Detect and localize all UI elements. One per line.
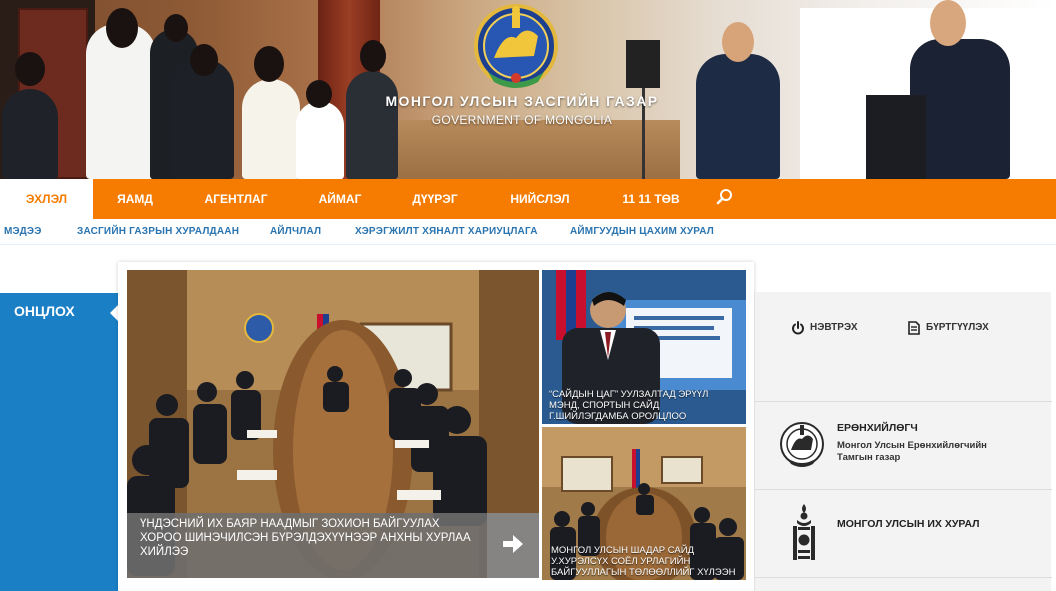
banner-person — [696, 54, 780, 179]
main-story-caption[interactable]: ҮНДЭСНИЙ ИХ БАЯР НААДМЫГ ЗОХИОН БАЙГУУЛА… — [127, 513, 487, 578]
state-emblem-icon — [474, 4, 558, 88]
soyombo-icon — [793, 504, 815, 560]
org-subtitle-president: Монгол Улсын Ерөнхийлөгчийн Тамгын газар — [837, 440, 987, 463]
auth-row — [755, 292, 1052, 402]
side-story-caption[interactable]: МОНГОЛ УЛСЫН ШАДАР САЙД У.ХУРЭЛСҮХ СОЁЛ … — [551, 545, 741, 578]
subnav-item-visits[interactable]: АЙЛЧЛАЛ — [270, 219, 321, 245]
subnav-item-implementation[interactable]: ХЭРЭГЖИЛТ ХЯНАЛТ ХАРИУЦЛАГА — [355, 219, 538, 245]
banner-person — [296, 101, 344, 179]
featured-tab-label: ОНЦЛОХ — [14, 303, 75, 319]
sub-navigation: МЭДЭЭ ЗАСГИЙН ГАЗРЫН ХУРАЛДААН АЙЛЧЛАЛ Х… — [0, 219, 1056, 245]
next-story-button[interactable] — [487, 513, 539, 578]
document-icon — [908, 321, 920, 335]
banner-person — [346, 71, 398, 179]
nav-item-agencies[interactable]: АГЕНТЛАГ — [196, 179, 276, 219]
banner-podium — [866, 95, 926, 179]
banner-person — [172, 59, 234, 179]
main-navigation: ЭХЛЭЛ ЯАМД АГЕНТЛАГ АЙМАГ ДҮҮРЭГ НИЙСЛЭЛ… — [0, 179, 1056, 219]
org-title-parliament[interactable]: МОНГОЛ УЛСЫН ИХ ХУРАЛ — [837, 518, 980, 530]
nav-item-ministries[interactable]: ЯАМД — [105, 179, 165, 219]
org-title-president[interactable]: ЕРӨНХИЙЛӨГЧ — [837, 422, 918, 434]
presidential-seal-icon — [780, 422, 824, 467]
nav-item-1111-center[interactable]: 11 11 ТӨВ — [612, 179, 690, 219]
power-icon — [792, 321, 804, 335]
banner-person — [242, 79, 300, 179]
featured-tab-notch — [110, 305, 118, 321]
banner-floor — [380, 120, 680, 179]
nav-item-capital[interactable]: НИЙСЛЭЛ — [500, 179, 580, 219]
subnav-item-news[interactable]: МЭДЭЭ — [4, 219, 42, 245]
nav-item-home[interactable]: ЭХЛЭЛ — [0, 179, 93, 219]
right-sidebar: НЭВТРЭХ БҮРТГҮҮЛЭХ ЕРӨНХИЙЛӨГЧ Монгол Ул… — [754, 292, 1052, 591]
subnav-item-province-e-meetings[interactable]: АЙМГУУДЫН ЦАХИМ ХУРАЛ — [570, 219, 714, 245]
nav-item-provinces[interactable]: АЙМАГ — [310, 179, 370, 219]
search-icon[interactable] — [716, 188, 734, 206]
header-banner: МОНГОЛ УЛСЫН ЗАСГИЙН ГАЗАР GOVERNMENT OF… — [0, 0, 1056, 179]
login-label: НЭВТРЭХ — [810, 322, 858, 333]
arrow-right-icon — [503, 535, 523, 553]
banner-speaker — [626, 40, 660, 88]
government-title: МОНГОЛ УЛСЫН ЗАСГИЙН ГАЗАР — [385, 93, 659, 109]
main-story-caption-text: ҮНДЭСНИЙ ИХ БАЯР НААДМЫГ ЗОХИОН БАЙГУУЛА… — [140, 518, 471, 558]
government-subtitle: GOVERNMENT OF MONGOLIA — [431, 113, 613, 127]
nav-item-districts[interactable]: ДҮҮРЭГ — [402, 179, 468, 219]
featured-section-tab[interactable]: ОНЦЛОХ — [0, 293, 118, 591]
subnav-item-cabinet-meetings[interactable]: ЗАСГИЙН ГАЗРЫН ХУРАЛДААН — [77, 219, 239, 245]
side-story-caption[interactable]: “САЙДЫН ЦАГ” УУЛЗАЛТАД ЭРҮҮЛ МЭНД, СПОРТ… — [549, 389, 739, 422]
register-label: БҮРТГҮҮЛЭХ — [926, 322, 989, 333]
banner-person — [2, 89, 58, 179]
